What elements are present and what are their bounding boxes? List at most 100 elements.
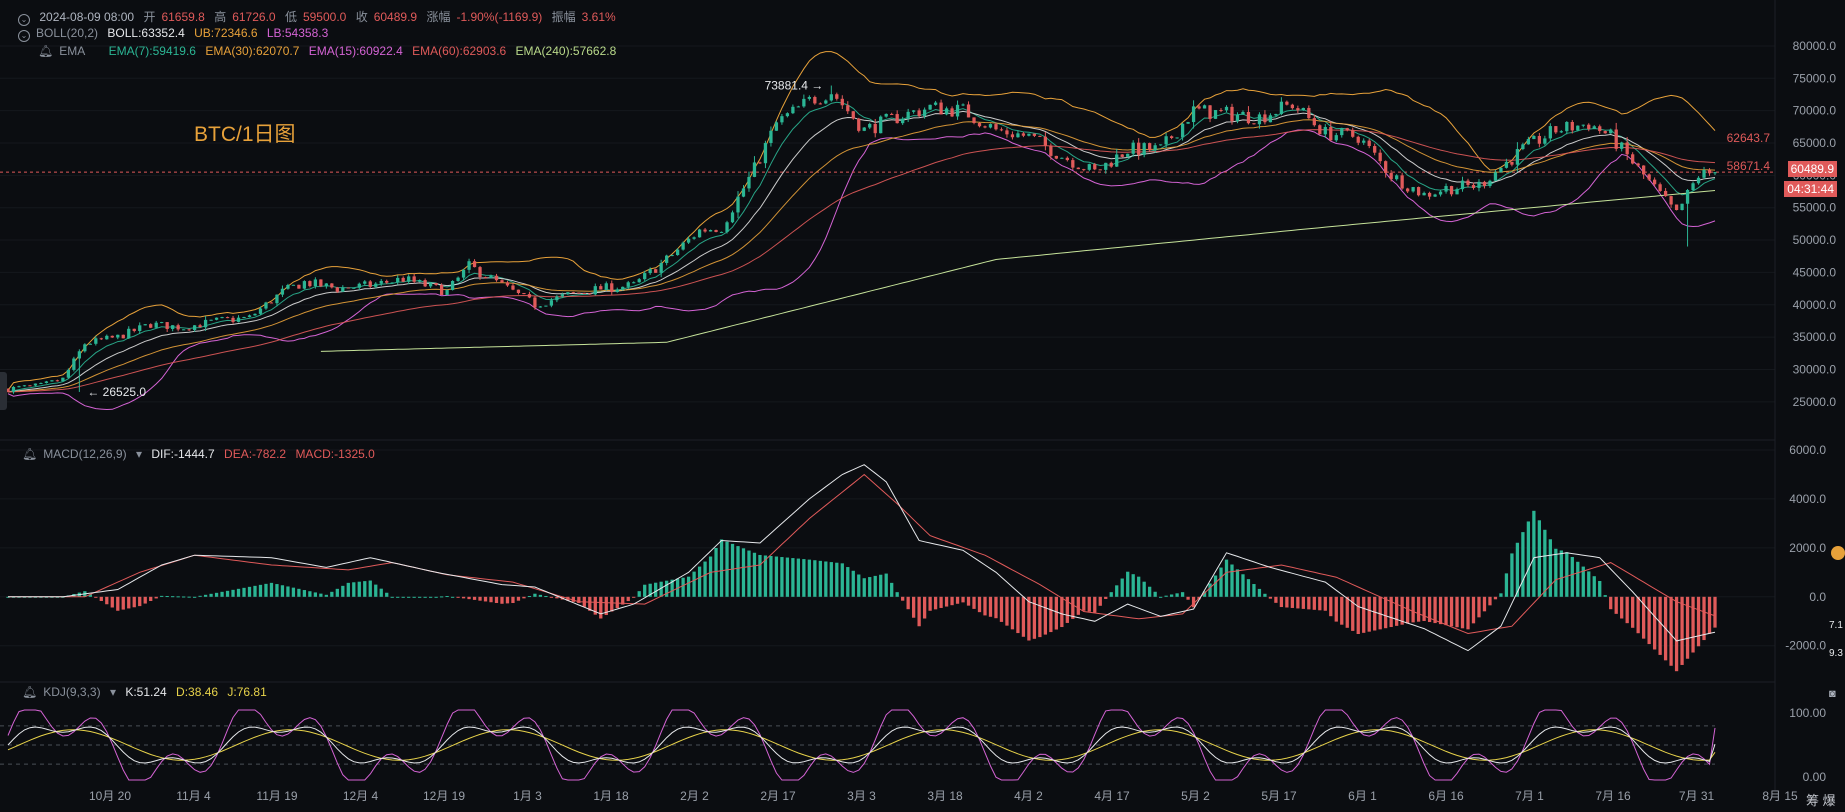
macd-histogram-bar [1142,581,1146,597]
macd-histogram-bar [1082,596,1086,611]
dropdown-arrow-icon[interactable]: ▾ [136,447,142,461]
kdj-indicator-name[interactable]: KDJ(9,3,3) [43,685,100,699]
candle-body [648,269,652,274]
candle-body [1609,129,1613,134]
candle-body [121,334,125,339]
boll-indicator-name[interactable]: BOLL(20,2) [36,26,98,40]
x-tick-label: 8月 15 [1762,789,1798,803]
macd-histogram-bar [302,590,307,597]
camera-icon[interactable]: ◙ [1829,688,1836,700]
candle-body [1532,135,1536,140]
macd-tick-label: -2000.0 [1785,639,1826,653]
macd-histogram-bar [719,539,724,597]
candle-body [55,380,60,382]
candle-body [319,279,323,287]
candle-body [588,293,592,295]
macd-histogram-bar [467,596,471,600]
candle-body [1482,181,1487,186]
macd-histogram-bar [1093,596,1097,613]
candle-body [66,369,71,378]
x-tick-label: 12月 4 [343,789,379,803]
kdj-tick-label: 0.00 [1803,770,1827,784]
macd-histogram-bar [363,581,367,597]
chevron-down-icon[interactable]: ⌄ [18,14,30,26]
macd-histogram-bar [912,596,916,618]
candle-body [335,287,339,292]
macd-histogram-bar [1674,596,1679,672]
candle-body [901,118,905,124]
dropdown-arrow-icon[interactable]: ▾ [110,685,116,699]
candle-body [1268,115,1273,123]
x-tick-label: 4月 17 [1094,789,1130,803]
candle-body [500,280,504,283]
candle-body [434,283,438,285]
candle-body [763,142,768,164]
macd-histogram-bar [686,576,691,597]
macd-histogram-bar [1213,575,1218,597]
macd-histogram-bar [412,596,416,598]
candle-body [160,322,164,324]
macd-histogram-bar [450,596,455,598]
macd-histogram-bar [555,596,559,599]
candle-body [1680,203,1684,211]
right-macd-value: 7.1 [1829,620,1843,631]
candle-body [1460,180,1465,190]
candle-body [560,294,565,297]
macd-histogram-bar [747,550,751,597]
macd-histogram-bar [396,596,400,598]
macd-histogram-bar [1367,596,1371,632]
chevron-down-icon[interactable]: ⌄ [18,30,30,42]
high-value: 61726.0 [232,10,276,24]
alert-bell-icon[interactable]: 🔔︎ [38,44,53,58]
macd-histogram-bar [895,592,899,597]
candle-body [555,296,559,301]
alert-bell-icon[interactable]: 🔔︎ [22,447,37,461]
macd-histogram-bar [533,593,537,597]
macd-histogram-bar [1296,596,1300,609]
candle-body [1526,139,1531,145]
candle-body [1422,192,1426,196]
candle-body [944,108,949,115]
macd-histogram-bar [626,596,630,602]
y-tick-label: 35000.0 [1793,330,1837,344]
ema-indicator-name[interactable]: EMA [59,44,85,58]
macd-histogram-bar [1416,596,1421,622]
macd-histogram-bar [879,574,883,597]
macd-histogram-bar [774,556,779,597]
candle-body [275,294,279,304]
bottom-right-tools[interactable]: 筹 爆 [1806,790,1836,809]
x-tick-label: 7月 1 [1515,789,1544,803]
candle-body [758,162,762,164]
macd-histogram-bar [1175,593,1179,597]
x-tick-label: 4月 2 [1014,789,1043,803]
macd-histogram-bar [511,596,515,604]
macd-histogram-bar [138,596,142,607]
left-drag-handle[interactable] [0,372,7,410]
macd-tick-label: 4000.0 [1789,492,1826,506]
macd-histogram-bar [1444,596,1448,626]
candle-body [1098,169,1102,171]
candle-body [17,386,21,388]
macd-histogram-bar [1340,596,1344,625]
candle-body [22,385,27,387]
candle-body [1087,164,1091,170]
dif-value: DIF:-1444.7 [151,447,215,461]
candle-body [1131,142,1135,154]
candle-body [791,106,795,114]
macd-histogram-bar [1027,596,1031,641]
candle-body [214,317,219,320]
macd-histogram-bar [291,587,296,597]
candle-body [659,262,663,273]
alert-bell-icon[interactable]: 🔔︎ [22,685,37,699]
warning-badge-icon[interactable] [1831,546,1845,560]
candle-body [269,302,274,304]
candle-body [1279,101,1284,114]
macd-histogram-bar [1016,596,1020,634]
macd-indicator-name[interactable]: MACD(12,26,9) [43,447,126,461]
macd-histogram-bar [824,561,828,597]
macd-histogram-bar [1576,561,1580,597]
macd-histogram-bar [418,596,422,598]
candle-body [374,283,378,287]
y-tick-label: 25000.0 [1793,395,1837,409]
candle-body [681,242,685,250]
